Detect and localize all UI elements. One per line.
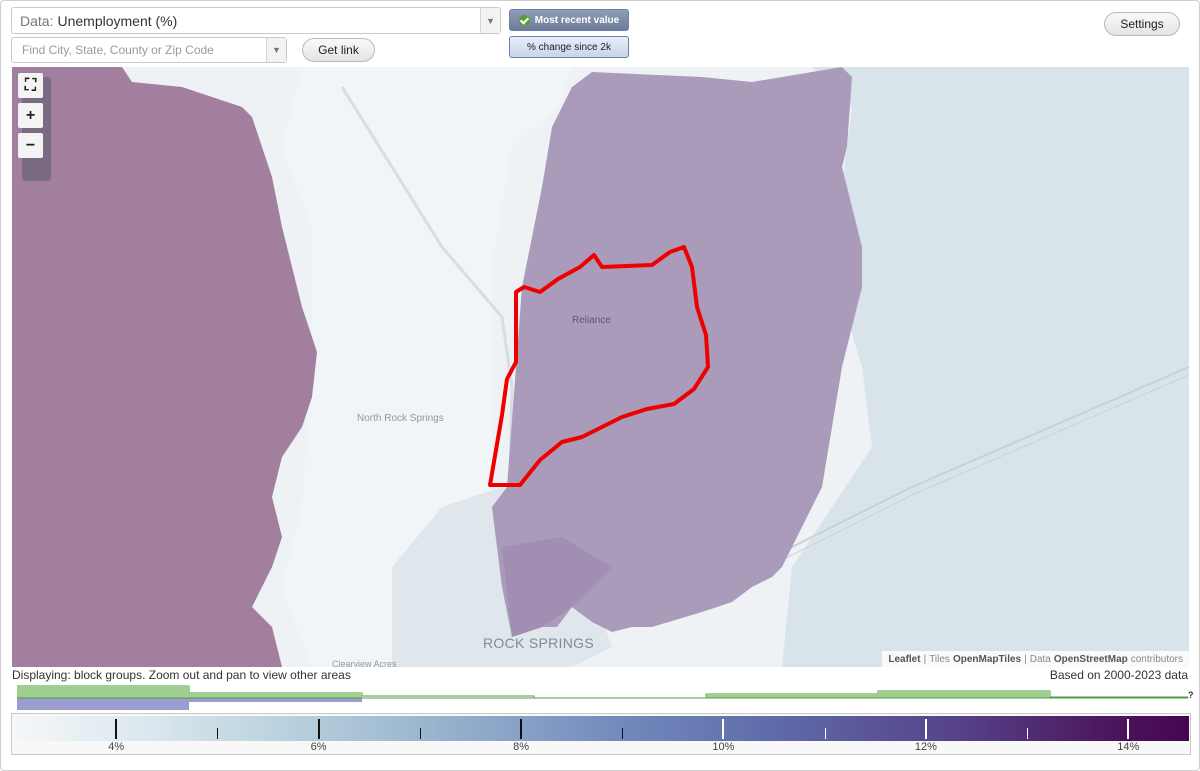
data-select-value: Unemployment (%) — [57, 12, 178, 29]
minus-icon[interactable]: − — [18, 133, 43, 158]
place-label-rock-springs: ROCK SPRINGS — [483, 635, 594, 651]
leaflet-link[interactable]: Leaflet — [888, 654, 920, 665]
place-label-clearview-acres: Clearview Acres — [332, 659, 397, 667]
displaying-note: Displaying: block groups. Zoom out and p… — [12, 668, 351, 682]
search-input[interactable] — [20, 42, 260, 58]
legend-tick-label: 6% — [310, 741, 327, 753]
most-recent-toggle[interactable]: Most recent value — [509, 9, 629, 31]
histogram-bin-area — [189, 698, 362, 702]
attribution-separator: | — [923, 653, 927, 665]
data-prefix: Data — [1029, 653, 1051, 665]
legend-major-tick — [924, 719, 927, 739]
attribution-separator: | — [1024, 653, 1027, 665]
legend-gradient-bar — [15, 716, 1189, 741]
pct-change-toggle[interactable]: % change since 2k — [509, 36, 629, 58]
chevron-down-icon[interactable]: ▼ — [266, 38, 286, 62]
location-search[interactable]: ▼ — [11, 37, 287, 63]
place-label-reliance: Reliance — [572, 315, 611, 326]
histogram-bin-area — [17, 698, 189, 710]
get-link-button[interactable]: Get link — [302, 38, 375, 62]
legend-tick-label: 8% — [513, 741, 529, 753]
data-select-prefix: Data: — [20, 12, 54, 29]
tiles-prefix: Tiles — [929, 653, 950, 665]
legend-major-tick — [115, 719, 118, 739]
contributors-suffix: contributors — [1130, 653, 1183, 665]
legend-tick-label: 14% — [1117, 741, 1140, 753]
map-view[interactable]: ⛶ + − Reliance North Rock Springs ROCK S… — [12, 67, 1189, 667]
most-recent-label: Most recent value — [534, 14, 620, 26]
legend-minor-tick — [217, 728, 219, 739]
legend-tick-label: 4% — [108, 741, 125, 753]
fullscreen-icon[interactable]: ⛶ — [18, 73, 43, 98]
histogram-unknown-marker: ? — [1188, 690, 1194, 700]
plus-icon[interactable]: + — [18, 103, 43, 128]
legend-minor-tick — [1027, 728, 1029, 739]
chevron-down-icon[interactable]: ▼ — [480, 8, 500, 33]
map-attribution: Leaflet | Tiles OpenMapTiles | Data Open… — [882, 651, 1189, 667]
place-label-north-rock-springs: North Rock Springs — [357, 413, 444, 424]
legend-major-tick — [1127, 719, 1130, 739]
map-canvas[interactable] — [12, 67, 1189, 667]
legend-tick-label: 10% — [712, 741, 735, 753]
legend-minor-tick — [824, 728, 826, 739]
color-legend: 4% 6% 8% 10% 12% 14% — [11, 713, 1191, 755]
legend-minor-tick — [622, 728, 624, 739]
histogram-bin-selected — [17, 686, 189, 698]
legend-tick-label: 12% — [914, 741, 937, 753]
check-icon — [518, 14, 530, 26]
legend-major-tick — [722, 719, 725, 739]
histogram-bin — [189, 693, 362, 698]
histogram-bin — [878, 691, 1050, 698]
settings-button[interactable]: Settings — [1104, 12, 1180, 36]
data-range-note: Based on 2000-2023 data — [1049, 668, 1188, 682]
data-select[interactable]: Data: Unemployment (%) ▼ — [11, 7, 501, 34]
legend-major-tick — [520, 719, 523, 739]
openstreetmap-link[interactable]: OpenStreetMap — [1054, 654, 1128, 665]
legend-minor-tick — [419, 728, 421, 739]
legend-major-tick — [317, 719, 320, 739]
histogram-bin — [706, 694, 878, 698]
openmaptiles-link[interactable]: OpenMapTiles — [953, 654, 1021, 665]
value-histogram — [17, 685, 1188, 710]
